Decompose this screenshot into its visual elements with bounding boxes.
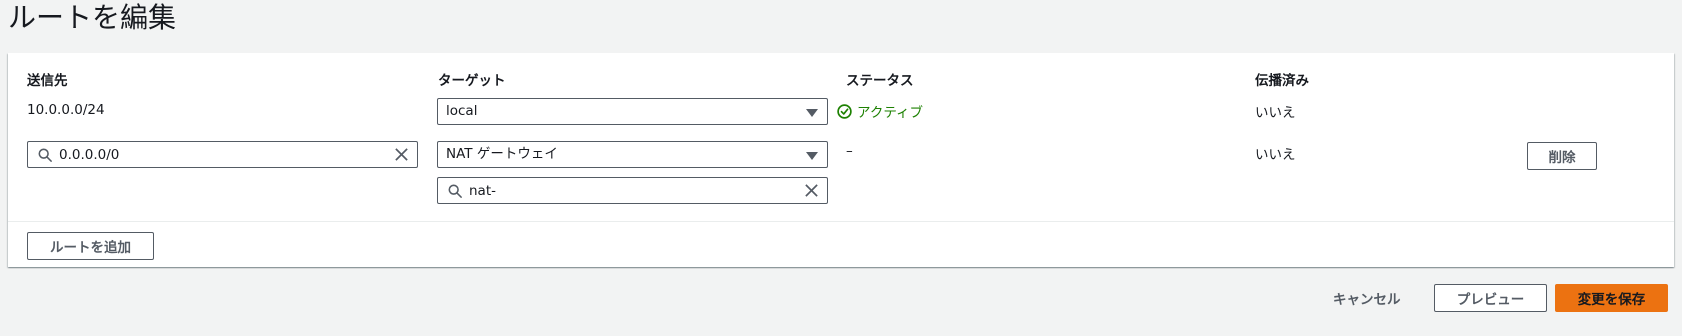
row2-destination-field[interactable] <box>27 141 418 168</box>
row1-destination: 10.0.0.0/24 <box>27 102 105 118</box>
row1-target-value: local <box>446 103 478 119</box>
clear-icon[interactable] <box>394 147 409 162</box>
header-status: ステータス <box>846 73 914 89</box>
remove-route-label: 削除 <box>1548 150 1576 166</box>
row2-status: – <box>846 143 853 159</box>
add-route-button[interactable]: ルートを追加 <box>27 232 154 260</box>
search-icon <box>38 148 52 162</box>
clear-icon[interactable] <box>804 183 819 198</box>
status-success-icon <box>837 103 852 119</box>
row1-target-select[interactable]: local <box>437 98 828 125</box>
cancel-button[interactable]: キャンセル <box>1333 288 1401 308</box>
row2-propagated: いいえ <box>1255 147 1296 163</box>
header-target: ターゲット <box>438 73 506 89</box>
page-title: ルートを編集 <box>8 1 177 34</box>
header-propagated: 伝播済み <box>1255 73 1309 89</box>
row2-target-search-input[interactable] <box>469 181 779 200</box>
routes-panel: 送信先 ターゲット ステータス 伝播済み 10.0.0.0/24 local い… <box>8 53 1674 267</box>
header-destination: 送信先 <box>27 73 68 89</box>
row2-target-select[interactable]: NAT ゲートウェイ <box>437 141 828 168</box>
divider <box>8 221 1674 222</box>
row1-propagated: いいえ <box>1255 105 1296 121</box>
caret-down-icon <box>806 152 818 160</box>
row2-target-search-field[interactable] <box>437 177 828 204</box>
search-icon <box>448 184 462 198</box>
row2-target-value: NAT ゲートウェイ <box>446 146 558 162</box>
caret-down-icon <box>806 109 818 117</box>
row1-status: アクティブ <box>837 101 923 121</box>
preview-button[interactable]: プレビュー <box>1434 284 1547 312</box>
row2-destination-input[interactable] <box>59 145 369 164</box>
save-changes-label: 変更を保存 <box>1577 292 1646 308</box>
remove-route-button[interactable]: 削除 <box>1527 142 1597 170</box>
save-changes-button[interactable]: 変更を保存 <box>1555 284 1668 312</box>
add-route-label: ルートを追加 <box>50 240 131 256</box>
preview-label: プレビュー <box>1456 292 1525 308</box>
row1-status-label: アクティブ <box>857 105 924 121</box>
